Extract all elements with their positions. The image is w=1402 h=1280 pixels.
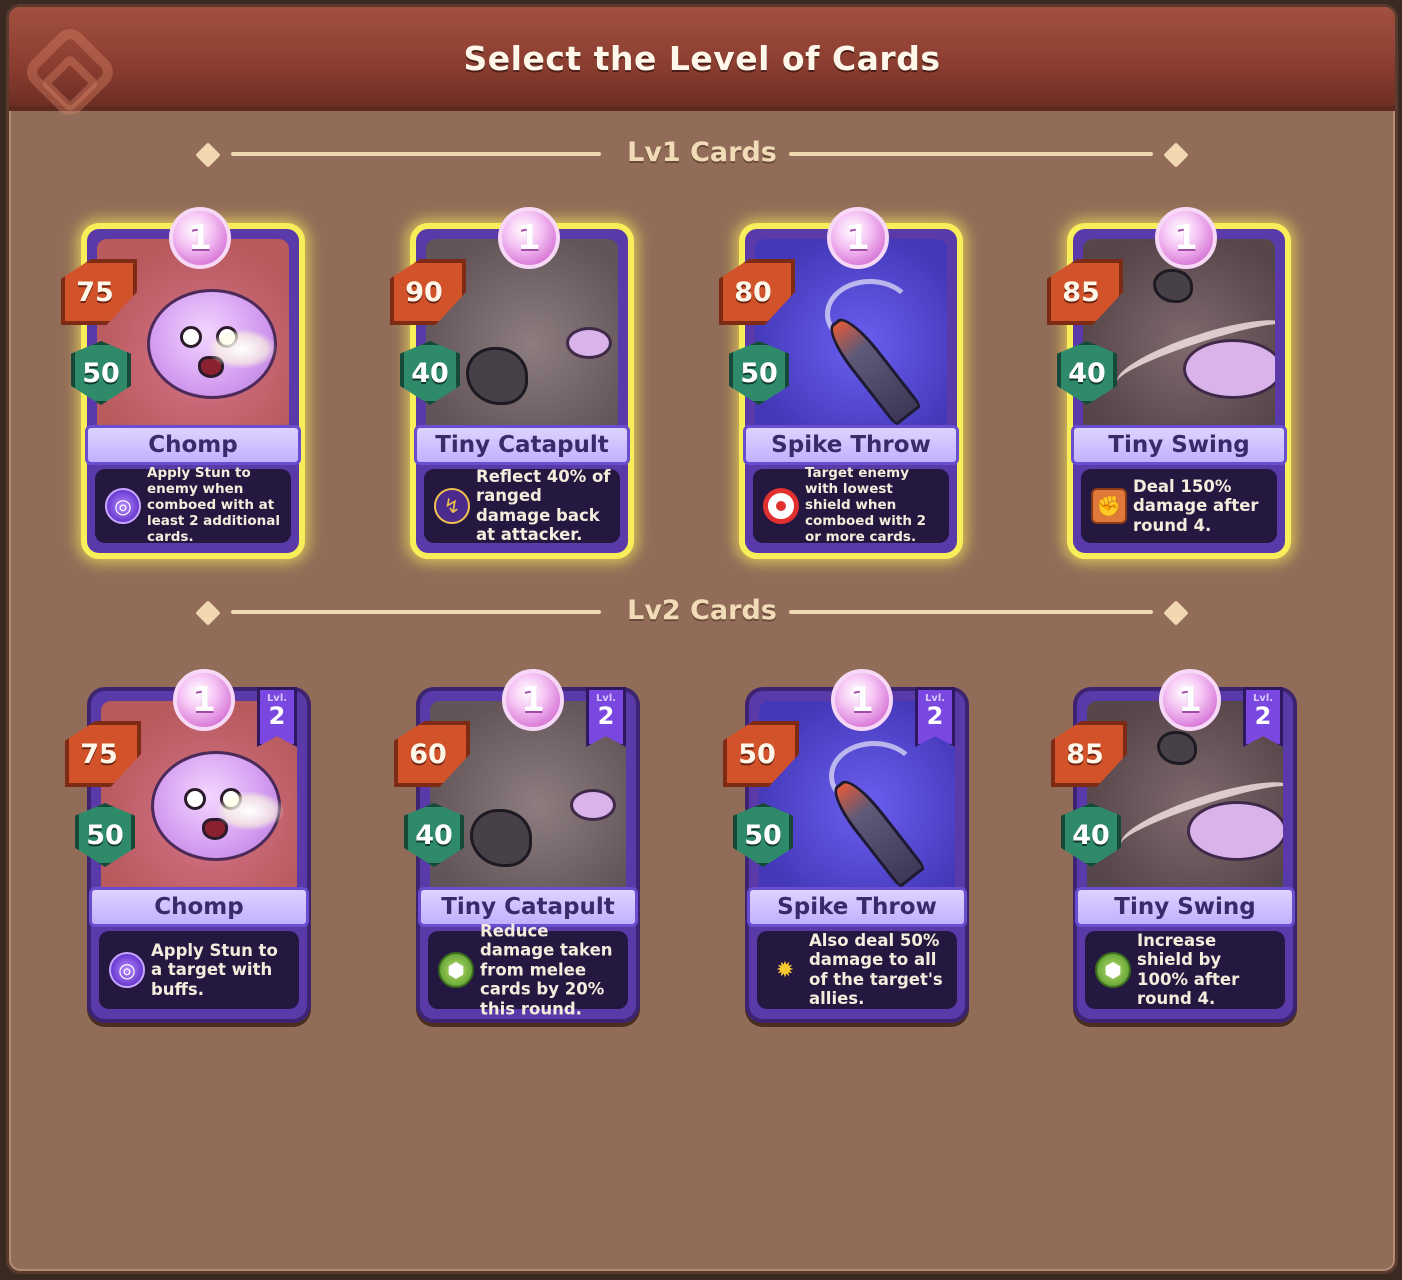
card-level-modal: Select the Level of Cards Lv1 Cards 1 75… — [6, 4, 1398, 1274]
spiral-icon: ◎ — [105, 488, 141, 524]
card-description-box: ◎ Apply Stun to a target with buffs. — [99, 931, 299, 1009]
card-name: Spike Throw — [743, 425, 959, 465]
card-tiny-swing-lv1[interactable]: 1 85 40 Tiny Swing ✊ Deal 150% damage af… — [1047, 207, 1291, 559]
card-name: Chomp — [89, 887, 309, 927]
card-chomp-lv2[interactable]: 1 Lvl. 2 75 50 Chomp ◎ Apply Stun to a t… — [65, 669, 311, 1023]
turtle-shell-icon: ⬢ — [1095, 952, 1131, 988]
section-divider — [789, 610, 1153, 614]
card-description: Increase shield by 100% after round 4. — [1137, 931, 1240, 1009]
card-description: Also deal 50% damage to all of the targe… — [809, 931, 943, 1009]
modal-header: Select the Level of Cards — [9, 7, 1395, 122]
target-icon — [763, 488, 799, 524]
card-description: Apply Stun to enemy when comboed with at… — [147, 465, 280, 545]
turtle-shell-icon: ⬢ — [438, 952, 474, 988]
card-name: Tiny Swing — [1075, 887, 1295, 927]
card-description: Reduce damage taken from melee cards by … — [480, 921, 613, 1019]
energy-level-badge: 1 — [827, 207, 889, 269]
fist-icon: ✊ — [1091, 488, 1127, 524]
spiral-icon: ◎ — [109, 952, 145, 988]
card-description: Apply Stun to a target with buffs. — [151, 940, 278, 999]
card-tiny-catapult-lv2[interactable]: 1 Lvl. 2 60 40 Tiny Catapult ⬢ Reduce da… — [394, 669, 640, 1023]
card-description: Deal 150% damage after round 4. — [1133, 476, 1259, 535]
energy-level-badge: 1 — [831, 669, 893, 731]
card-spike-throw-lv1[interactable]: 1 80 50 Spike Throw Target enemy with lo… — [719, 207, 963, 559]
section-divider — [789, 152, 1153, 156]
energy-level-badge: 1 — [1155, 207, 1217, 269]
card-description-box: ⬢ Reduce damage taken from melee cards b… — [428, 921, 628, 1018]
energy-level-badge: 1 — [169, 207, 231, 269]
card-description-box: ✹ Also deal 50% damage to all of the tar… — [757, 931, 957, 1009]
energy-level-badge: 1 — [173, 669, 235, 731]
card-description: Reflect 40% of ranged damage back at att… — [476, 467, 611, 545]
energy-level-badge: 1 — [502, 669, 564, 731]
card-description: Target enemy with lowest shield when com… — [805, 465, 927, 545]
card-spike-throw-lv2[interactable]: 1 Lvl. 2 50 50 Spike Throw ✹ Also deal 5… — [723, 669, 969, 1023]
card-description-box: ◎ Apply Stun to enemy when comboed with … — [95, 465, 291, 545]
card-name: Spike Throw — [747, 887, 967, 927]
card-tiny-swing-lv2[interactable]: 1 Lvl. 2 85 40 Tiny Swing ⬢ Increase shi… — [1051, 669, 1297, 1023]
card-description-box: ⬢ Increase shield by 100% after round 4. — [1085, 931, 1285, 1009]
card-name: Tiny Catapult — [414, 425, 630, 465]
card-description-box: ↯ Reflect 40% of ranged damage back at a… — [424, 467, 620, 545]
card-name: Tiny Swing — [1071, 425, 1287, 465]
card-name: Chomp — [85, 425, 301, 465]
reflect-icon: ↯ — [434, 488, 470, 524]
energy-level-badge: 1 — [1159, 669, 1221, 731]
triple-burst-icon: ✹ — [775, 957, 795, 983]
energy-level-badge: 1 — [498, 207, 560, 269]
modal-title: Select the Level of Cards — [463, 39, 941, 78]
card-chomp-lv1[interactable]: 1 75 50 Chomp ◎ Apply Stun to enemy when… — [61, 207, 305, 559]
card-description-box: ✊ Deal 150% damage after round 4. — [1081, 469, 1277, 543]
card-tiny-catapult-lv1[interactable]: 1 90 40 Tiny Catapult ↯ Reflect 40% of r… — [390, 207, 634, 559]
card-description-box: Target enemy with lowest shield when com… — [753, 465, 949, 545]
